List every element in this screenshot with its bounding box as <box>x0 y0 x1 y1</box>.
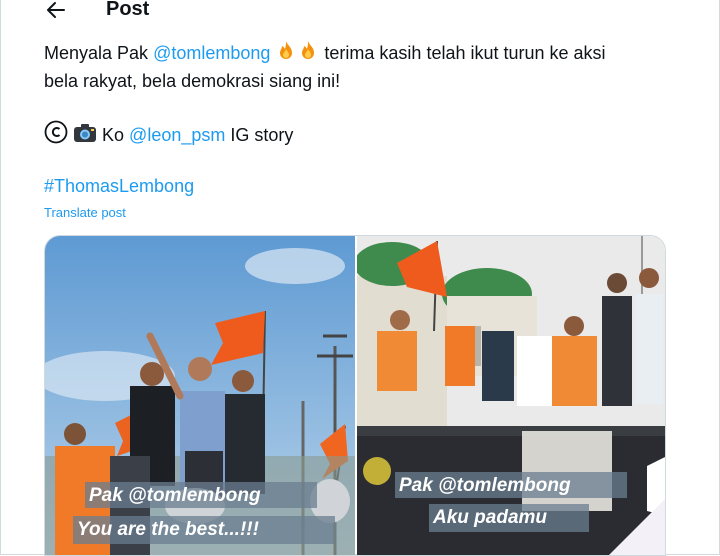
photo-caption: Pak @tomlembong <box>89 485 261 506</box>
mention-link[interactable]: @tomlembong <box>153 43 270 63</box>
mention-link[interactable]: @leon_psm <box>129 125 225 145</box>
fire-icon <box>297 40 319 70</box>
tweet-text-segment: IG story <box>225 125 294 145</box>
fire-icon <box>275 40 297 70</box>
camera-icon <box>73 122 97 152</box>
tweet-text-segment: bela rakyat, bela demokrasi siang ini! <box>44 71 341 91</box>
tweet-text-segment: Ko <box>97 125 130 145</box>
arrow-left-icon[interactable] <box>44 0 68 22</box>
photo-right[interactable]: Pak @tomlembong Aku padamu <box>357 236 665 555</box>
translate-post-link[interactable]: Translate post <box>44 205 126 221</box>
tweet-text-segment: Menyala Pak <box>44 43 154 63</box>
post-header: Post <box>0 0 720 22</box>
photo-left[interactable]: Pak @tomlembong You are the best...!!! <box>45 236 355 555</box>
tweet-text-segment: terima kasih telah ikut turun ke aksi <box>319 43 606 63</box>
photo-caption: You are the best...!!! <box>77 519 259 540</box>
copyright-icon <box>44 120 68 152</box>
hashtag-link[interactable]: #ThomasLembong <box>44 173 194 200</box>
media-gallery: Pak @tomlembong You are the best...!!! P… <box>44 235 666 556</box>
page-title: Post <box>106 0 150 20</box>
photo-caption: Aku padamu <box>433 507 548 528</box>
photo-caption: Pak @tomlembong <box>399 475 571 496</box>
